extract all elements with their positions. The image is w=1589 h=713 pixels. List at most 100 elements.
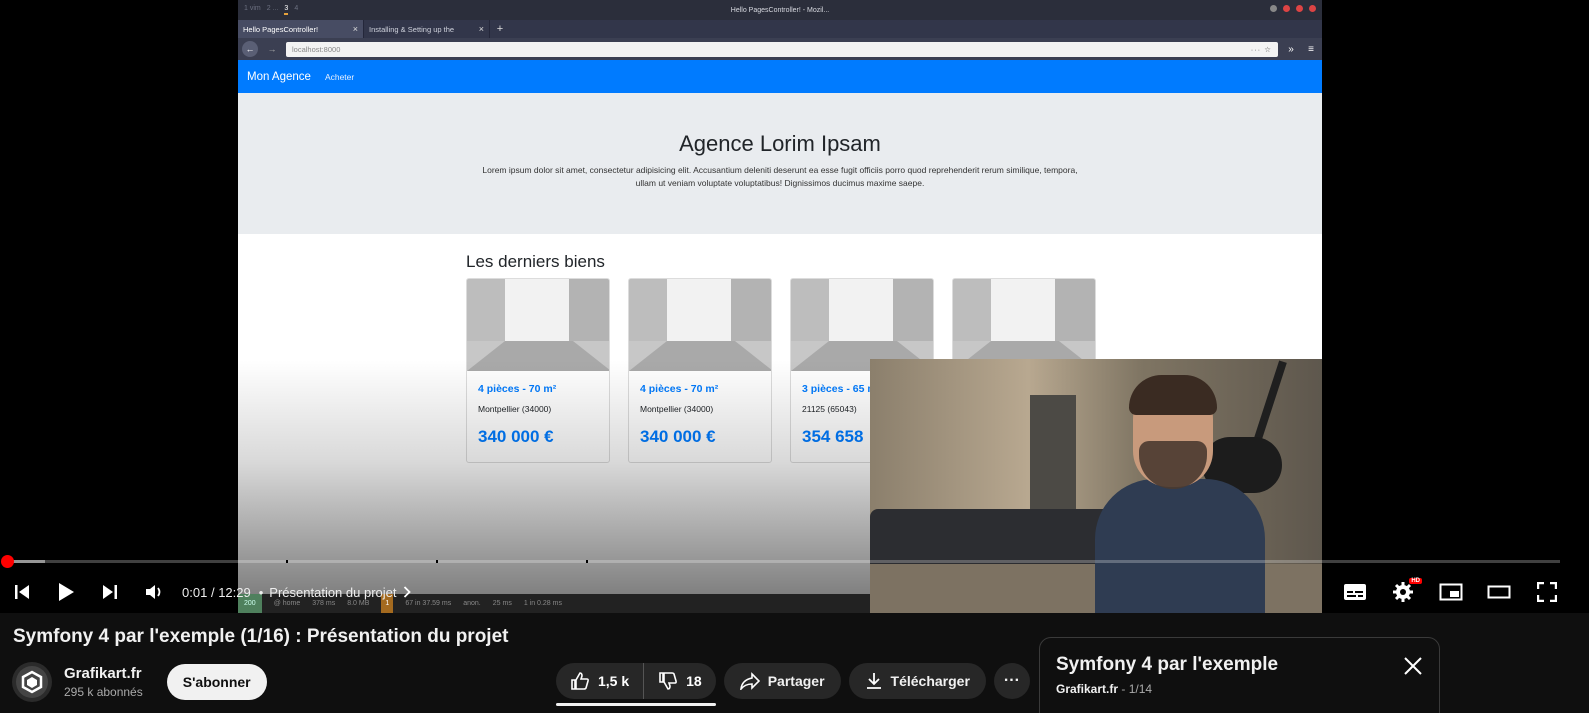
chapter-divider bbox=[286, 560, 288, 563]
chapter-divider bbox=[436, 560, 438, 563]
miniplayer-button[interactable] bbox=[1429, 574, 1473, 610]
subscriber-count: 295 k abonnés bbox=[64, 685, 143, 699]
playlist-title[interactable]: Symfony 4 par l'exemple bbox=[1056, 654, 1423, 676]
settings-button[interactable]: HD bbox=[1381, 574, 1425, 610]
property-title: 4 pièces - 70 m² bbox=[478, 383, 557, 395]
video-actions: 1,5 k 18 Partager Télécharger ··· bbox=[556, 663, 1030, 706]
play-button[interactable] bbox=[44, 574, 88, 610]
playlist-panel: Symfony 4 par l'exemple Grafikart.fr - 1… bbox=[1039, 637, 1440, 713]
playlist-separator: - bbox=[1118, 682, 1129, 696]
gear-icon bbox=[1393, 582, 1413, 602]
chapter-title: Présentation du projet bbox=[269, 584, 397, 600]
theater-icon bbox=[1487, 585, 1511, 599]
power-icon bbox=[1283, 5, 1290, 12]
skip-next-icon bbox=[103, 585, 117, 599]
mute-button[interactable] bbox=[132, 574, 176, 610]
video-title: Symfony 4 par l'exemple (1/16) : Présent… bbox=[13, 626, 509, 647]
player-controls: 0:01 / 12:29 • Présentation du projet HD bbox=[0, 572, 1589, 612]
forward-arrow-icon: → bbox=[267, 44, 277, 54]
hd-badge: HD bbox=[1409, 578, 1422, 584]
overflow-chevrons-icon: » bbox=[1288, 43, 1294, 55]
chapter-divider bbox=[586, 560, 588, 563]
playlist-owner[interactable]: Grafikart.fr bbox=[1056, 682, 1118, 696]
time-current: 0:01 bbox=[182, 584, 208, 600]
scrubber-handle[interactable] bbox=[1, 555, 15, 568]
more-dots-icon: ··· ☆ bbox=[1250, 44, 1272, 54]
site-nav-link: Acheter bbox=[324, 71, 355, 82]
playlist-meta: Grafikart.fr - 1/14 bbox=[1056, 682, 1423, 696]
browser-tab: Installing & Setting up the × bbox=[364, 20, 490, 38]
system-tray bbox=[1270, 5, 1316, 12]
share-label: Partager bbox=[767, 673, 825, 689]
dislike-button[interactable]: 18 bbox=[644, 663, 716, 699]
fullscreen-icon bbox=[1537, 582, 1557, 602]
property-image bbox=[791, 279, 933, 371]
share-button[interactable]: Partager bbox=[723, 663, 841, 699]
miniplayer-icon bbox=[1439, 583, 1463, 601]
property-location: Montpellier (34000) bbox=[478, 404, 552, 414]
tray-icon bbox=[1296, 5, 1303, 12]
hero-text: Lorem ipsum dolor sit amet, consectetur … bbox=[482, 165, 1078, 188]
like-ratio-bar bbox=[556, 703, 716, 706]
property-image bbox=[467, 279, 609, 371]
site-brand: Mon Agence bbox=[247, 70, 311, 83]
channel-name[interactable]: Grafikart.fr bbox=[64, 665, 143, 682]
property-card: 4 pièces - 70 m² Montpellier (34000) 340… bbox=[466, 278, 610, 463]
like-dislike-group: 1,5 k 18 bbox=[556, 663, 716, 706]
progress-bar[interactable] bbox=[1, 555, 1560, 568]
previous-button[interactable] bbox=[0, 574, 44, 610]
browser-tab-active: Hello PagesController! × bbox=[238, 20, 364, 38]
url-bar: localhost:8000 ··· ☆ bbox=[286, 41, 1278, 57]
download-button[interactable]: Télécharger bbox=[848, 663, 986, 699]
dislike-count: 18 bbox=[686, 673, 702, 689]
property-image bbox=[629, 279, 771, 371]
skip-previous-icon bbox=[15, 585, 29, 599]
subscribe-button[interactable]: S'abonner bbox=[166, 664, 267, 700]
chapter-button[interactable]: • Présentation du projet bbox=[259, 585, 411, 600]
like-count: 1,5 k bbox=[598, 673, 630, 689]
like-button[interactable]: 1,5 k bbox=[556, 663, 645, 699]
property-card: 4 pièces - 70 m² Montpellier (34000) 340… bbox=[628, 278, 772, 463]
grafikart-logo-icon bbox=[16, 666, 48, 698]
window-title: Hello PagesController! - Mozil... bbox=[730, 6, 830, 14]
thumbs-up-icon bbox=[571, 672, 589, 690]
url-text: localhost:8000 bbox=[292, 44, 341, 54]
thumbs-down-icon bbox=[659, 672, 678, 690]
youtube-watch-page: 1 vim 2 ... 3 4 Hello PagesController! -… bbox=[0, 0, 1589, 713]
download-icon bbox=[866, 673, 881, 689]
hamburger-menu-icon: ≡ bbox=[1308, 43, 1314, 55]
os-titlebar: 1 vim 2 ... 3 4 Hello PagesController! -… bbox=[238, 0, 1322, 20]
channel-row: Grafikart.fr 295 k abonnés S'abonner bbox=[12, 662, 267, 702]
tab-label: Hello PagesController! bbox=[243, 24, 319, 34]
site-navbar: Mon Agence Acheter bbox=[238, 60, 1322, 93]
plus-icon: + bbox=[496, 23, 504, 35]
fullscreen-button[interactable] bbox=[1525, 574, 1569, 610]
section-title: Les derniers biens bbox=[466, 252, 605, 271]
theater-mode-button[interactable] bbox=[1477, 574, 1521, 610]
bullet-dot: • bbox=[258, 584, 264, 600]
video-player[interactable]: 1 vim 2 ... 3 4 Hello PagesController! -… bbox=[0, 0, 1589, 613]
hero-title: Agence Lorim Ipsam bbox=[679, 131, 881, 156]
property-location: Montpellier (34000) bbox=[640, 404, 714, 414]
more-horizontal-icon: ··· bbox=[1003, 672, 1020, 689]
tab-label: Installing & Setting up the bbox=[369, 24, 455, 34]
more-actions-button[interactable]: ··· bbox=[993, 663, 1030, 699]
close-playlist-button[interactable] bbox=[1401, 654, 1425, 678]
back-arrow-icon: ← bbox=[242, 41, 258, 57]
site-jumbotron: Agence Lorim Ipsam Lorem ipsum dolor sit… bbox=[238, 93, 1322, 234]
time-display: 0:01 / 12:29 bbox=[182, 585, 251, 600]
property-title: 4 pièces - 70 m² bbox=[640, 383, 719, 395]
playlist-position: 1/14 bbox=[1128, 682, 1153, 696]
subtitles-icon bbox=[1344, 584, 1366, 600]
share-arrow-icon bbox=[739, 672, 760, 690]
tray-icon bbox=[1309, 5, 1316, 12]
property-image bbox=[953, 279, 1095, 371]
close-icon: × bbox=[352, 24, 358, 34]
player-right-controls: HD bbox=[1333, 572, 1569, 612]
channel-avatar[interactable] bbox=[12, 662, 52, 702]
property-price: 340 000 € bbox=[478, 427, 554, 446]
next-button[interactable] bbox=[88, 574, 132, 610]
time-separator: / bbox=[210, 584, 215, 600]
subtitles-button[interactable] bbox=[1333, 574, 1377, 610]
browser-navbar: ← → localhost:8000 ··· ☆ » ≡ bbox=[238, 38, 1322, 60]
